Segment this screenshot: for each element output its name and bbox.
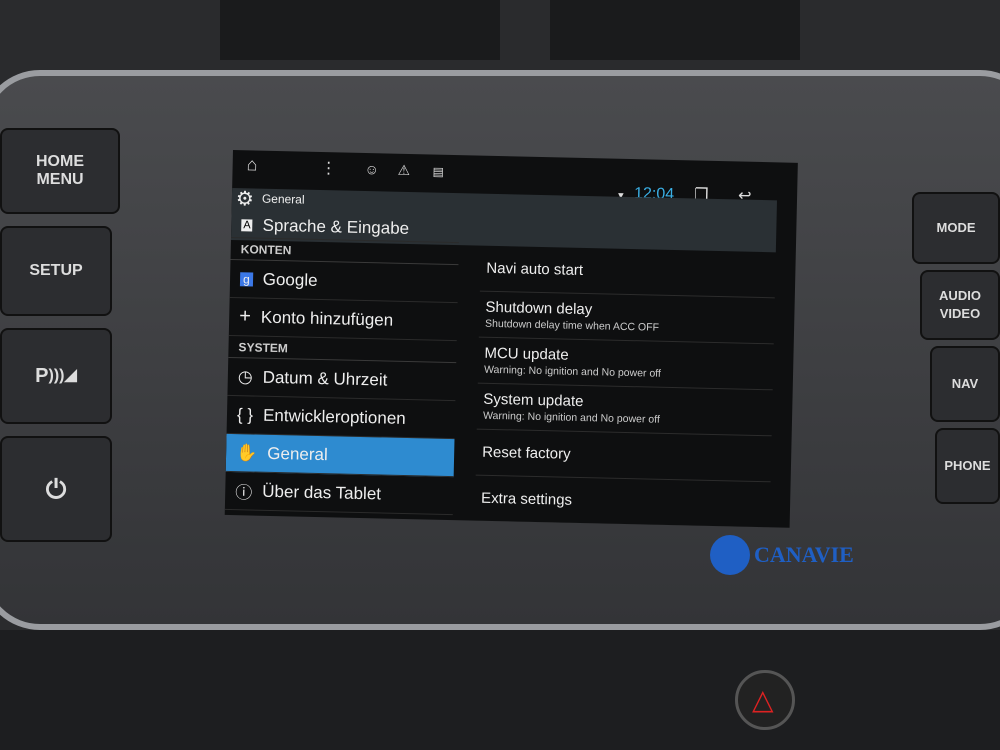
settings-list: Navi auto start Shutdown delay Shutdown d… [474,245,776,528]
mode-button[interactable]: MODE [912,192,1000,264]
power-button[interactable]: ⏻ [0,436,112,542]
sidebar-item-date-time[interactable]: ◷ Datum & Uhrzeit [227,357,457,402]
setting-reset-factory[interactable]: Reset factory [475,429,772,483]
sd-card-icon: ▤ [432,164,445,179]
parking-sensor-icon: P [35,365,49,387]
parking-sensor-icon: )))◢ [48,367,77,384]
plus-icon: + [238,305,252,328]
sidebar-item-google[interactable]: g Google [229,259,459,304]
action-bar-title: General [261,191,305,207]
power-icon: ⏻ [45,474,67,504]
hand-icon: ✋ [235,442,258,463]
canavie-logo-icon [710,535,750,575]
air-vent [550,0,800,60]
nav-button[interactable]: NAV [930,346,1000,422]
audio-video-button[interactable]: AUDIO VIDEO [920,270,1000,340]
settings-sidebar: A Sprache & Eingabe KONTEN g Google + Konto… [224,211,460,516]
warning-icon: ⚠ [397,161,411,179]
sidebar-item-add-account[interactable]: + Konto hinzufügen [228,297,458,342]
canavie-watermark: CANAVIE [710,535,854,575]
setting-mcu-update[interactable]: MCU update Warning: No ignition and No po… [477,337,774,391]
sidebar-item-developer-options[interactable]: { } Entwickleroptionen [226,395,456,440]
clock-icon: ◷ [237,366,253,387]
gear-icon: ⚙ [235,188,255,211]
waze-icon: ☺ [364,160,380,178]
phone-button[interactable]: PHONE [935,428,1000,504]
setting-navi-auto-start[interactable]: Navi auto start [479,245,776,299]
setting-shutdown-delay[interactable]: Shutdown delay Shutdown delay time when A… [478,291,775,345]
menu-dots-icon[interactable]: ⋮ [320,158,336,178]
google-icon: g [239,271,253,286]
android-screen: ⌂ ⋮ ☺ ⚠ ▤ ▾ 12:04 ❐ ↩ ⚙ General A Sprache… [224,150,798,528]
setup-button[interactable]: SETUP [0,226,112,316]
parking-sensor-button[interactable]: P)))◢ [0,328,112,424]
sidebar-item-about-tablet[interactable]: ⓘ Über das Tablet [224,471,454,516]
hazard-icon: △ [752,684,774,715]
language-icon: A [241,218,253,231]
braces-icon: { } [236,404,254,425]
hazard-button[interactable]: △ [735,670,795,730]
lower-dashboard [0,630,1000,750]
setting-system-update[interactable]: System update Warning: No ignition and No… [476,383,773,437]
air-vent [220,0,500,60]
sidebar-item-language[interactable]: A Sprache & Eingabe [231,211,460,244]
home-menu-button[interactable]: HOME MENU [0,128,120,214]
sidebar-item-general[interactable]: ✋ General [225,433,455,478]
home-icon[interactable]: ⌂ [246,154,257,175]
info-icon: ⓘ [235,483,253,503]
setting-extra-settings[interactable]: Extra settings [474,475,771,528]
